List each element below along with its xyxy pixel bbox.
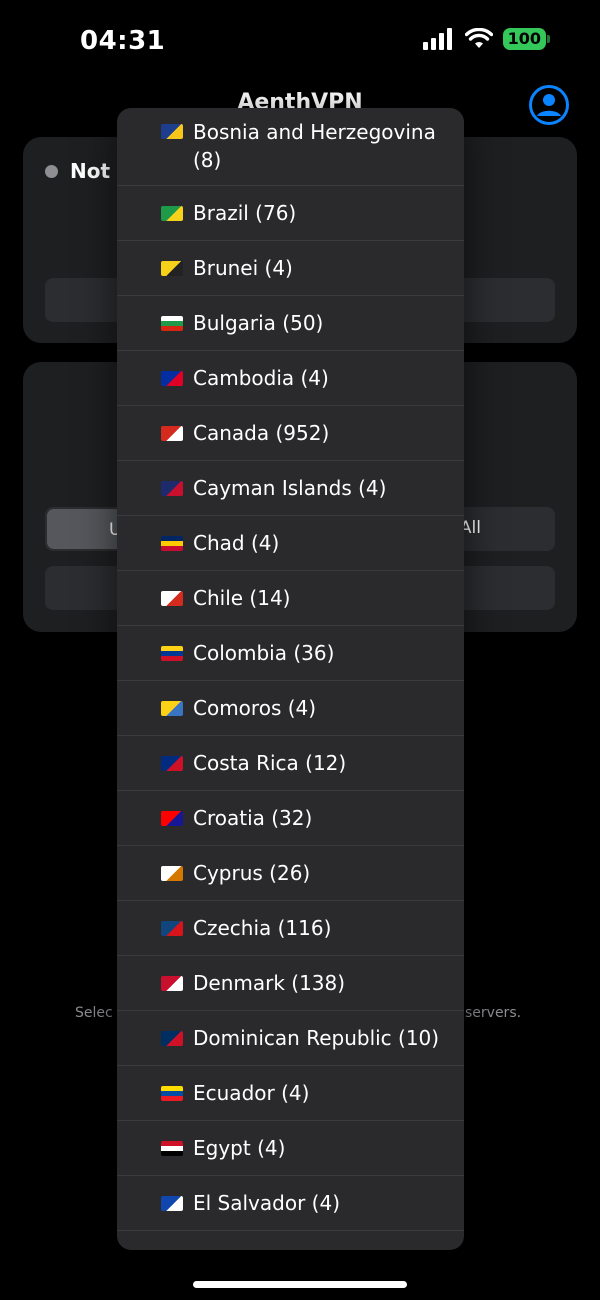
- menu-item-country[interactable]: Denmark (138): [117, 956, 464, 1011]
- person-circle-icon[interactable]: [528, 84, 570, 126]
- status-dot: [45, 165, 58, 178]
- menu-item-label: Cayman Islands (4): [193, 476, 387, 500]
- menu-item-country[interactable]: Czechia (116): [117, 901, 464, 956]
- flag-egypt-icon: [161, 1140, 183, 1156]
- menu-item-label: Brunei (4): [193, 256, 293, 280]
- menu-item-label: Brazil (76): [193, 201, 297, 225]
- menu-item-label: Chile (14): [193, 586, 291, 610]
- menu-item-label: El Salvador (4): [193, 1191, 340, 1215]
- menu-item-country[interactable]: Chile (14): [117, 571, 464, 626]
- wifi-icon: [464, 28, 493, 48]
- menu-item-country[interactable]: Brazil (76): [117, 186, 464, 241]
- country-dropdown-menu[interactable]: Bosnia and Herzegovina (8) Brazil (76) Bru…: [117, 108, 464, 1250]
- menu-item-country[interactable]: Bulgaria (50): [117, 296, 464, 351]
- flag-el-salvador-icon: [161, 1195, 183, 1211]
- cellular-signal-icon: [422, 28, 452, 50]
- menu-item-country[interactable]: El Salvador (4): [117, 1176, 464, 1231]
- menu-item-label: Colombia (36): [193, 641, 335, 665]
- battery-cap: [547, 35, 550, 43]
- menu-item-country[interactable]: Costa Rica (12): [117, 736, 464, 791]
- battery-level: 100: [502, 28, 546, 50]
- menu-item-country[interactable]: Canada (952): [117, 406, 464, 461]
- menu-item-label: Denmark (138): [193, 971, 346, 995]
- flag-chile-icon: [161, 590, 183, 606]
- battery-indicator: 100: [502, 28, 550, 50]
- flag-chad-icon: [161, 535, 183, 551]
- menu-item-label: Ecuador (4): [193, 1081, 310, 1105]
- menu-item-country[interactable]: Egypt (4): [117, 1121, 464, 1176]
- flag-costa-rica-icon: [161, 755, 183, 771]
- flag-colombia-icon: [161, 645, 183, 661]
- menu-item-label: Czechia (116): [193, 916, 332, 940]
- menu-item-label: Croatia (32): [193, 806, 313, 830]
- menu-item-country[interactable]: Comoros (4): [117, 681, 464, 736]
- flag-cyprus-icon: [161, 865, 183, 881]
- menu-item-country[interactable]: Croatia (32): [117, 791, 464, 846]
- hint-text-right: servers.: [465, 1005, 522, 1021]
- menu-item-country[interactable]: Bosnia and Herzegovina (8): [117, 108, 464, 186]
- menu-item-label: Egypt (4): [193, 1136, 286, 1160]
- menu-item-label: Costa Rica (12): [193, 751, 347, 775]
- menu-item-label: Bulgaria (50): [193, 311, 324, 335]
- flag-canada-icon: [161, 425, 183, 441]
- flag-brunei-icon: [161, 260, 183, 276]
- menu-item-label: Cambodia (4): [193, 366, 329, 390]
- menu-item-country[interactable]: Cayman Islands (4): [117, 461, 464, 516]
- menu-item-label: Canada (952): [193, 421, 330, 445]
- flag-bosnia-icon: [161, 124, 183, 139]
- menu-item-country[interactable]: Cyprus (26): [117, 846, 464, 901]
- menu-item-country[interactable]: Colombia (36): [117, 626, 464, 681]
- flag-denmark-icon: [161, 975, 183, 991]
- menu-item-country[interactable]: Chad (4): [117, 516, 464, 571]
- home-indicator[interactable]: [193, 1281, 407, 1288]
- flag-brazil-icon: [161, 205, 183, 221]
- flag-comoros-icon: [161, 700, 183, 716]
- menu-item-country[interactable]: Ecuador (4): [117, 1066, 464, 1121]
- menu-item-label: Comoros (4): [193, 696, 317, 720]
- flag-dominican-icon: [161, 1030, 183, 1046]
- flag-croatia-icon: [161, 810, 183, 826]
- flag-czechia-icon: [161, 920, 183, 936]
- menu-item-label: Dominican Republic (10): [193, 1026, 440, 1050]
- flag-cayman-icon: [161, 480, 183, 496]
- status-time: 04:31: [80, 26, 166, 56]
- hint-text-left: Selec: [75, 1005, 113, 1021]
- flag-ecuador-icon: [161, 1085, 183, 1101]
- status-icons: 100: [422, 28, 550, 50]
- menu-item-label: Cyprus (26): [193, 861, 311, 885]
- status-bar: 04:31 100: [0, 0, 600, 80]
- flag-bulgaria-icon: [161, 315, 183, 331]
- flag-cambodia-icon: [161, 370, 183, 386]
- menu-item-country[interactable]: Brunei (4): [117, 241, 464, 296]
- menu-item-country[interactable]: Cambodia (4): [117, 351, 464, 406]
- menu-item-country[interactable]: Dominican Republic (10): [117, 1011, 464, 1066]
- menu-item-label: Bosnia and Herzegovina (8): [193, 120, 436, 172]
- menu-item-label: Chad (4): [193, 531, 280, 555]
